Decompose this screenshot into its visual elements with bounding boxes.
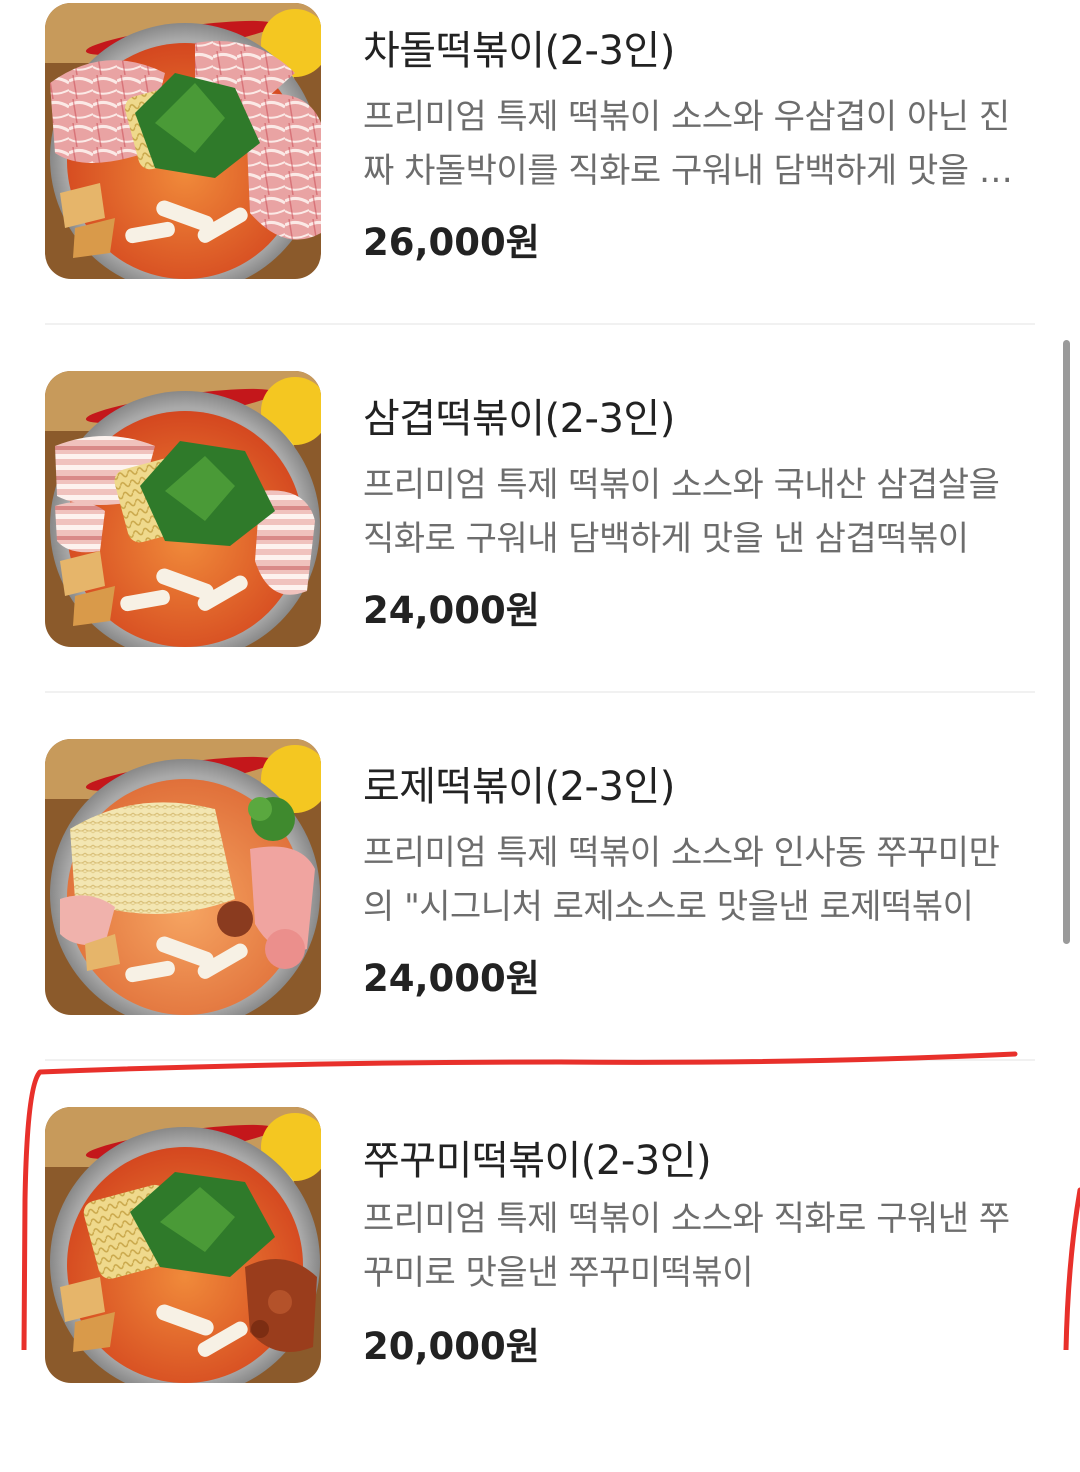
divider (45, 1059, 1035, 1061)
menu-item-description: 프리미엄 특제 떡볶이 소스와 우삼겹이 아닌 진짜 차돌박이를 직화로 구워내… (363, 97, 1010, 191)
menu-item-description: 프리미엄 특제 떡볶이 소스와 직화로 구워낸 쭈꾸미로 맛을낸 쭈꾸미떡볶이 (363, 1199, 1010, 1293)
menu-item[interactable]: 쭈꾸미떡볶이(2-3인) 프리미엄 특제 떡볶이 소스와 직화로 구워낸 쭈꾸미… (0, 1104, 1080, 1472)
menu-item-photo[interactable] (45, 3, 321, 279)
menu-item-price: 24,000원 (363, 957, 540, 1000)
menu-item-photo[interactable] (45, 371, 321, 647)
menu-item-photo[interactable] (45, 1107, 321, 1383)
menu-item-title: 쭈꾸미떡볶이(2-3인) (363, 1138, 712, 1184)
menu-item[interactable]: 차돌떡볶이(2-3인) 프리미엄 특제 떡볶이 소스와 우삼겹이 아닌 진짜 차… (0, 0, 1080, 368)
menu-item-title: 로제떡볶이(2-3인) (363, 764, 675, 810)
scrollbar[interactable] (1063, 340, 1070, 944)
menu-item[interactable]: 로제떡볶이(2-3인) 프리미엄 특제 떡볶이 소스와 인사동 쭈꾸미만의 "시… (0, 736, 1080, 1104)
menu-item-title: 삼겹떡볶이(2-3인) (363, 396, 675, 442)
menu-item-description: 프리미엄 특제 떡볶이 소스와 인사동 쭈꾸미만의 "시그니처 로제소스로 맛을… (363, 833, 1000, 927)
menu-item-photo[interactable] (45, 739, 321, 1015)
divider (45, 323, 1035, 325)
divider (45, 691, 1035, 693)
menu-item-title: 차돌떡볶이(2-3인) (363, 28, 675, 74)
menu-item[interactable]: 삼겹떡볶이(2-3인) 프리미엄 특제 떡볶이 소스와 국내산 삼겹살을 직화로… (0, 368, 1080, 736)
menu-item-price: 20,000원 (363, 1325, 540, 1368)
menu-item-price: 24,000원 (363, 589, 540, 632)
menu-item-price: 26,000원 (363, 221, 540, 264)
menu-item-description: 프리미엄 특제 떡볶이 소스와 국내산 삼겹살을 직화로 구워내 담백하게 맛을… (363, 465, 1000, 559)
